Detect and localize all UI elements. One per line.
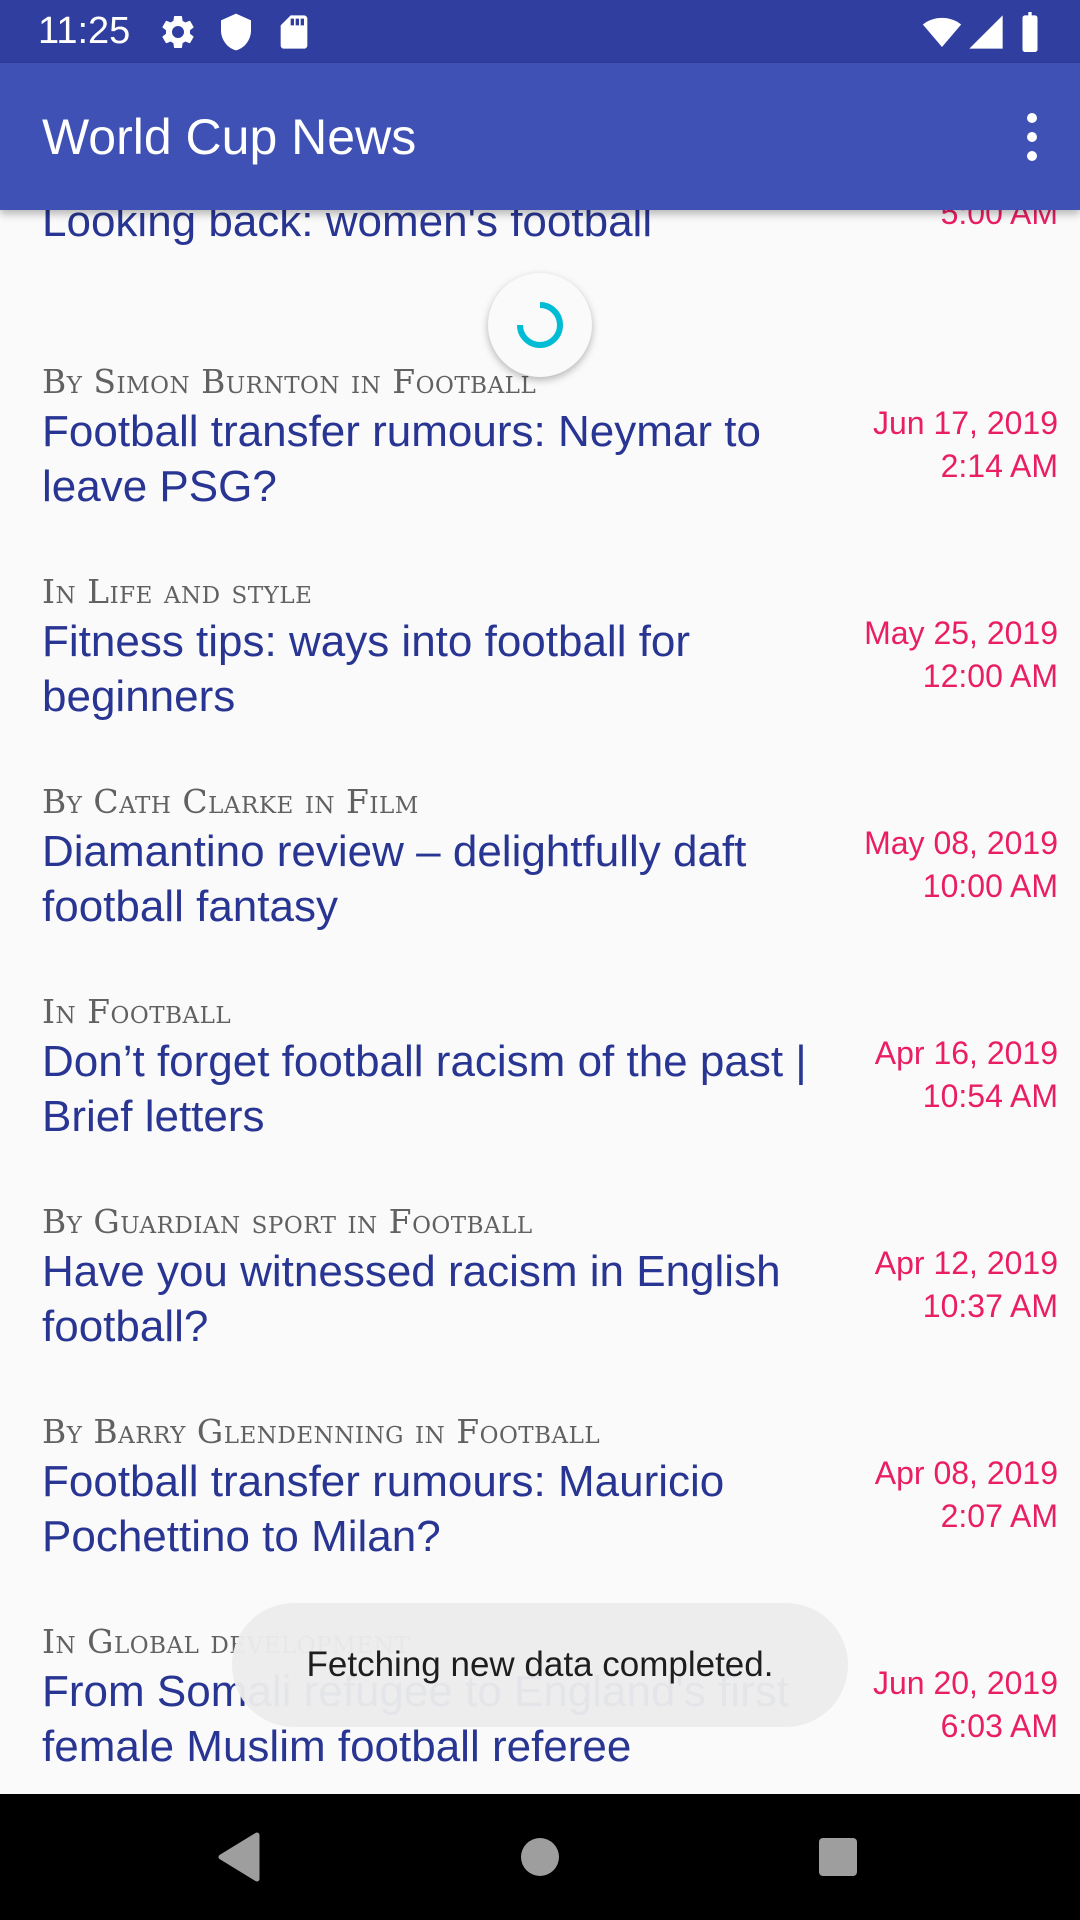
item-date-time: 12:00 AM — [922, 658, 1058, 694]
status-time: 11:25 — [38, 10, 131, 52]
item-date: Apr 12, 2019 10:37 AM — [838, 1242, 1058, 1328]
item-title: Football transfer rumours: Mauricio Poch… — [42, 1457, 725, 1561]
news-item[interactable]: By Barry Glendenning in Football Footbal… — [0, 1364, 1080, 1574]
item-meta: In Football — [42, 992, 232, 1031]
menu-dot — [1027, 151, 1037, 161]
item-date: Jun 17, 2019 2:14 AM — [838, 402, 1058, 488]
item-date: May 08, 2019 10:00 AM — [838, 822, 1058, 908]
item-meta: By Barry Glendenning in Football — [42, 1412, 601, 1451]
back-icon[interactable] — [203, 1822, 273, 1892]
item-date-day: Jun 20, 2019 — [872, 1665, 1058, 1701]
item-date-day: Apr 16, 2019 — [874, 1035, 1058, 1071]
navigation-bar — [0, 1794, 1080, 1920]
item-date: Apr 08, 2019 2:07 AM — [838, 1452, 1058, 1538]
item-meta: By Cath Clarke in Film — [42, 782, 419, 821]
item-meta: By Guardian sport in Football — [42, 1202, 533, 1241]
item-date: Jun 20, 2019 6:03 AM — [838, 1662, 1058, 1748]
refresh-spinner — [488, 273, 592, 377]
item-date-time: 2:07 AM — [940, 1498, 1058, 1534]
app-title: World Cup News — [42, 109, 417, 165]
toast-message: Fetching new data completed. — [306, 1645, 774, 1684]
gear-icon — [162, 15, 194, 48]
item-title: Have you witnessed racism in English foo… — [42, 1247, 781, 1351]
item-meta: In Life and style — [42, 572, 313, 611]
news-list-viewport[interactable]: Looking back: women's football 5:00 AM B… — [0, 210, 1080, 1794]
menu-dot — [1027, 132, 1037, 142]
news-item[interactable]: In Life and style Fitness tips: ways int… — [0, 524, 1080, 734]
item-title: Don’t forget football racism of the past… — [42, 1037, 807, 1141]
item-date-day: May 08, 2019 — [864, 825, 1058, 861]
toast: Fetching new data completed. — [232, 1603, 848, 1727]
item-date-time: 10:00 AM — [922, 868, 1058, 904]
item-date-day: Apr 12, 2019 — [874, 1245, 1058, 1281]
battery-icon — [1022, 12, 1038, 52]
news-item[interactable]: By Cath Clarke in Film Diamantino review… — [0, 734, 1080, 944]
item-date-day: May 25, 2019 — [864, 615, 1058, 651]
item-date-day: Jun 17, 2019 — [872, 405, 1058, 441]
menu-dot — [1027, 113, 1037, 123]
item-title: Diamantino review – delightfully daft fo… — [42, 827, 747, 931]
sd-card-icon — [280, 15, 308, 49]
item-title: Looking back: women's football — [42, 210, 653, 246]
cell-signal-icon — [969, 15, 1003, 49]
status-bar: 11:25 — [0, 0, 1080, 63]
item-date: 5:00 AM — [838, 210, 1058, 235]
news-list: Looking back: women's football 5:00 AM B… — [0, 210, 1080, 1784]
item-date: Apr 16, 2019 10:54 AM — [838, 1032, 1058, 1118]
spinner-icon — [517, 302, 563, 348]
more-vert-icon[interactable] — [1002, 99, 1062, 175]
item-date-time: 6:03 AM — [940, 1708, 1058, 1744]
news-item[interactable]: In Football Don’t forget football racism… — [0, 944, 1080, 1154]
item-date-day: Apr 08, 2019 — [874, 1455, 1058, 1491]
news-item[interactable]: By Guardian sport in Football Have you w… — [0, 1154, 1080, 1364]
item-date-time: 10:37 AM — [922, 1288, 1058, 1324]
item-title: Football transfer rumours: Neymar to lea… — [42, 407, 761, 511]
item-date-time: 2:14 AM — [940, 448, 1058, 484]
item-date: May 25, 2019 12:00 AM — [838, 612, 1058, 698]
item-date-time: 5:00 AM — [940, 210, 1058, 231]
item-date-time: 10:54 AM — [922, 1078, 1058, 1114]
shield-icon — [221, 13, 251, 51]
app-bar: World Cup News — [0, 63, 1080, 210]
home-icon[interactable] — [505, 1822, 575, 1892]
wifi-icon — [922, 17, 962, 47]
item-title: Fitness tips: ways into football for beg… — [42, 617, 691, 721]
item-meta: By Simon Burnton in Football — [42, 362, 537, 401]
recents-icon[interactable] — [803, 1822, 873, 1892]
